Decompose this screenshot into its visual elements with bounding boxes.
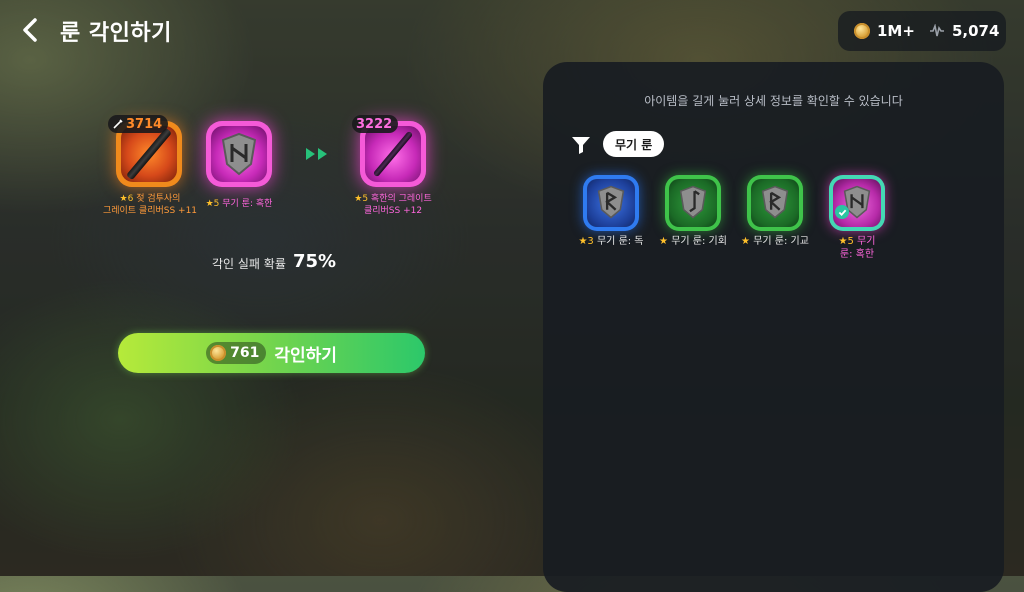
check-icon — [835, 205, 849, 219]
coin-amount: 1M+ — [877, 22, 915, 40]
cost-pill: 761 — [206, 342, 267, 364]
filter-icon[interactable] — [571, 135, 591, 155]
rune-item[interactable] — [206, 121, 272, 187]
currency-bar: 1M+ 5,074 — [838, 11, 1006, 51]
rune-icon — [761, 185, 789, 219]
fail-chance-value: 75% — [293, 251, 337, 272]
weapon-power-badge: 3714 — [108, 115, 169, 133]
rune-list-item[interactable]: ★ 무기 룬: 기교 — [741, 175, 809, 247]
result-caption: ★5 혹한의 그레이트 클리버SS +12 — [354, 194, 432, 216]
engrave-button-label: 각인하기 — [274, 345, 337, 366]
filter-chip-weapon-rune[interactable]: 무기 룬 — [603, 131, 665, 157]
page-title: 룬 각인하기 — [60, 21, 172, 46]
points-amount: 5,074 — [951, 22, 1000, 40]
weapon-caption: ★6 젖 검투사의 그레이트 클리버SS +11 — [102, 194, 198, 216]
hint-text: 아이템을 길게 눌러 상세 정보를 확인할 수 있습니다 — [644, 94, 903, 108]
rune-icon — [679, 185, 707, 219]
rune-icon — [221, 132, 257, 176]
rune-inventory-panel: 아이템을 길게 눌러 상세 정보를 확인할 수 있습니다 무기 룬 ★3 무기 … — [543, 62, 1004, 592]
fail-chance-label: 각인 실패 확률 — [212, 257, 286, 271]
wave-icon — [929, 24, 944, 37]
engrave-button[interactable]: 761 각인하기 — [118, 333, 425, 373]
double-arrow-icon — [306, 148, 327, 160]
rune-list-item[interactable]: ★3 무기 룬: 독 — [578, 175, 644, 247]
coin-icon — [854, 23, 870, 39]
rune-icon — [597, 185, 625, 219]
sword-icon — [372, 130, 414, 178]
sword-icon — [126, 127, 172, 181]
rune-caption: ★5 무기 룬: 혹한 — [205, 199, 273, 209]
coin-icon — [210, 345, 227, 361]
sword-icon — [113, 119, 123, 129]
back-chevron-icon[interactable] — [16, 14, 46, 46]
result-power-badge: 3222 — [352, 115, 399, 133]
rune-list-item-selected[interactable]: ★5 무기 룬: 혹한 — [824, 175, 890, 260]
rune-list-item[interactable]: ★ 무기 룬: 기회 — [659, 175, 727, 247]
